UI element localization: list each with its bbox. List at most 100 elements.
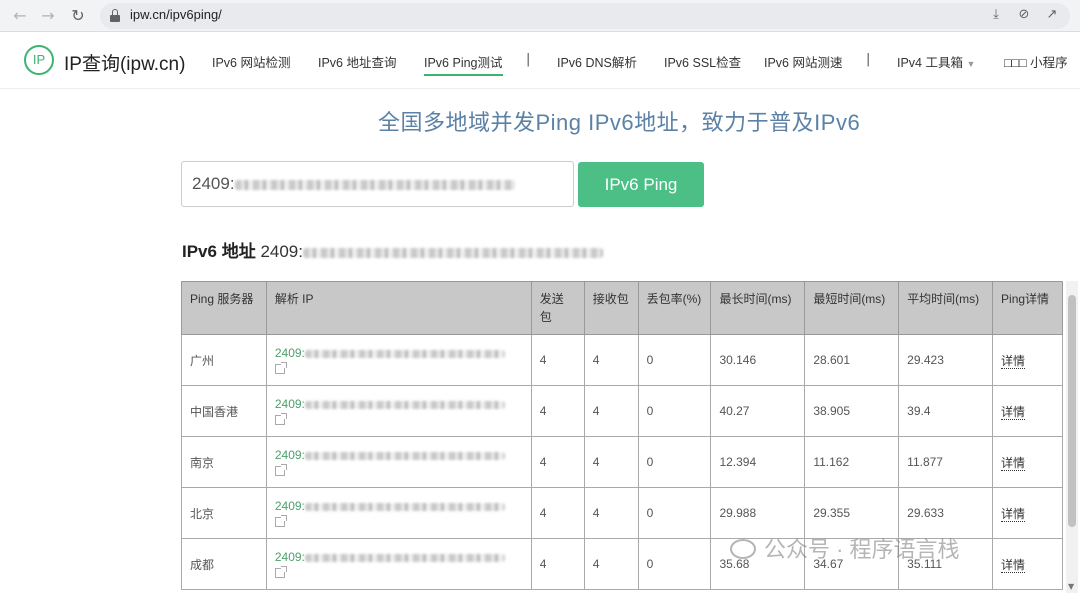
install-icon[interactable]: ⤓: [988, 7, 1004, 23]
chevron-down-icon: ▼: [966, 59, 976, 69]
cell-avg: 29.423: [898, 334, 994, 386]
external-link-icon[interactable]: [274, 464, 287, 476]
cell-received: 4: [583, 487, 639, 539]
cell-received: 4: [583, 436, 639, 488]
ip-link[interactable]: 2409:: [275, 550, 505, 564]
logo-text[interactable]: IP查询(ipw.cn): [64, 49, 185, 76]
cell-sent: 4: [530, 385, 585, 437]
cell-loss: 0: [637, 436, 712, 488]
cell-ip: 2409:: [265, 487, 532, 539]
cell-detail: 详情: [992, 487, 1063, 539]
nav-ipv6-ssl[interactable]: IPv6 SSL检查: [664, 52, 741, 71]
table-row: 中国香港 2409: 4 4 0 40.27 38.905 39.4 详情: [181, 385, 1063, 437]
table-row: 北京 2409: 4 4 0 29.988 29.355 29.633 详情: [181, 487, 1063, 539]
back-arrow-icon[interactable]: ←: [10, 6, 30, 26]
cell-loss: 0: [637, 385, 712, 437]
ip-prefix: 2409:: [274, 550, 305, 564]
nav-ipv4-toolbox[interactable]: IPv4 工具箱 ▼: [897, 52, 975, 71]
cell-server: 成都: [181, 538, 267, 590]
detail-link[interactable]: 详情: [1001, 506, 1026, 522]
detail-link[interactable]: 详情: [1001, 353, 1026, 369]
cell-max: 40.27: [710, 385, 806, 437]
url-text[interactable]: ipw.cn/ipv6ping/: [130, 7, 222, 22]
cell-server: 广州: [181, 334, 267, 386]
eye-off-icon[interactable]: ⊘: [1016, 7, 1032, 23]
cell-avg: 39.4: [898, 385, 994, 437]
cell-server: 中国香港: [181, 385, 267, 437]
logo-icon[interactable]: IP: [24, 45, 54, 75]
cell-detail: 详情: [992, 334, 1063, 386]
ip-prefix: 2409:: [274, 448, 305, 462]
page-title: 全国多地域并发Ping IPv6地址，致力于普及IPv6: [378, 110, 861, 135]
nav-ipv6-site-check[interactable]: IPv6 网站检测: [212, 52, 291, 71]
watermark: 公众号 · 程序语言栈: [730, 532, 960, 564]
cell-received: 4: [583, 334, 639, 386]
cell-avg: 29.633: [898, 487, 994, 539]
page-scrollbar[interactable]: ▼: [1066, 281, 1078, 593]
cell-sent: 4: [530, 436, 585, 488]
share-icon[interactable]: ↗: [1044, 7, 1060, 23]
ip-link[interactable]: 2409:: [275, 397, 505, 411]
header-detail: Ping详情: [992, 281, 1063, 335]
header-ip: 解析 IP: [265, 281, 532, 335]
blurred-address: [234, 179, 515, 190]
cell-sent: 4: [530, 487, 585, 539]
cell-max: 30.146: [710, 334, 806, 386]
nav-ipv6-dns[interactable]: IPv6 DNS解析: [557, 52, 637, 71]
address-label: IPv6 地址: [182, 242, 256, 261]
nav-ipv6-ping[interactable]: IPv6 Ping测试: [424, 52, 503, 76]
cell-ip: 2409:: [265, 385, 532, 437]
cell-server: 北京: [181, 487, 267, 539]
cell-min: 29.355: [804, 487, 900, 539]
blurred-ip: [304, 451, 505, 460]
header-loss: 丢包率(%): [637, 281, 712, 335]
site-header: IP IP查询(ipw.cn) IPv6 网站检测 IPv6 地址查询 IPv6…: [0, 33, 1080, 89]
ip-link[interactable]: 2409:: [275, 499, 505, 513]
cell-loss: 0: [637, 538, 712, 590]
nav-ipv6-speed[interactable]: IPv6 网站测速: [764, 52, 843, 71]
cell-ip: 2409:: [265, 334, 532, 386]
cell-detail: 详情: [992, 538, 1063, 590]
scrollbar-thumb[interactable]: [1068, 295, 1076, 527]
ipv6-address-input[interactable]: 2409:: [181, 161, 574, 207]
cell-loss: 0: [637, 334, 712, 386]
cell-detail: 详情: [992, 385, 1063, 437]
external-link-icon[interactable]: [274, 566, 287, 578]
lock-icon[interactable]: [110, 9, 120, 23]
header-avg: 平均时间(ms): [898, 281, 994, 335]
ip-prefix: 2409:: [274, 499, 305, 513]
nav-ipv6-address-lookup[interactable]: IPv6 地址查询: [318, 52, 397, 71]
cell-received: 4: [583, 538, 639, 590]
detail-link[interactable]: 详情: [1001, 404, 1026, 420]
external-link-icon[interactable]: [274, 362, 287, 374]
ip-link[interactable]: 2409:: [275, 448, 505, 462]
detail-link[interactable]: 详情: [1001, 557, 1026, 573]
header-server: Ping 服务器: [181, 281, 267, 335]
table-header-row: Ping 服务器 解析 IP 发送包 接收包 丢包率(%) 最长时间(ms) 最…: [181, 281, 1063, 335]
input-prefix: 2409:: [192, 174, 235, 193]
ip-prefix: 2409:: [274, 397, 305, 411]
ip-link[interactable]: 2409:: [275, 346, 505, 360]
blurred-ip: [304, 502, 505, 511]
cell-max: 29.988: [710, 487, 806, 539]
detail-link[interactable]: 详情: [1001, 455, 1026, 471]
cell-sent: 4: [530, 334, 585, 386]
nav-mini-program[interactable]: □□□ 小程序: [1004, 52, 1068, 71]
table-row: 南京 2409: 4 4 0 12.394 11.162 11.877 详情: [181, 436, 1063, 488]
table-row: 广州 2409: 4 4 0 30.146 28.601 29.423 详情: [181, 334, 1063, 386]
cell-ip: 2409:: [265, 436, 532, 488]
address-prefix: 2409:: [260, 242, 303, 261]
external-link-icon[interactable]: [274, 413, 287, 425]
header-min: 最短时间(ms): [804, 281, 900, 335]
wechat-icon: [730, 539, 756, 559]
ipv6-ping-button[interactable]: IPv6 Ping: [578, 162, 704, 207]
forward-arrow-icon[interactable]: →: [38, 6, 58, 26]
cell-server: 南京: [181, 436, 267, 488]
reload-icon[interactable]: ↻: [68, 6, 88, 26]
address-bar[interactable]: ipw.cn/ipv6ping/ ⤓ ⊘ ↗: [100, 3, 1070, 29]
watermark-text: 公众号 · 程序语言栈: [764, 537, 960, 562]
external-link-icon[interactable]: [274, 515, 287, 527]
cell-loss: 0: [637, 487, 712, 539]
ip-prefix: 2409:: [274, 346, 305, 360]
scroll-down-arrow-icon[interactable]: ▼: [1068, 582, 1074, 591]
